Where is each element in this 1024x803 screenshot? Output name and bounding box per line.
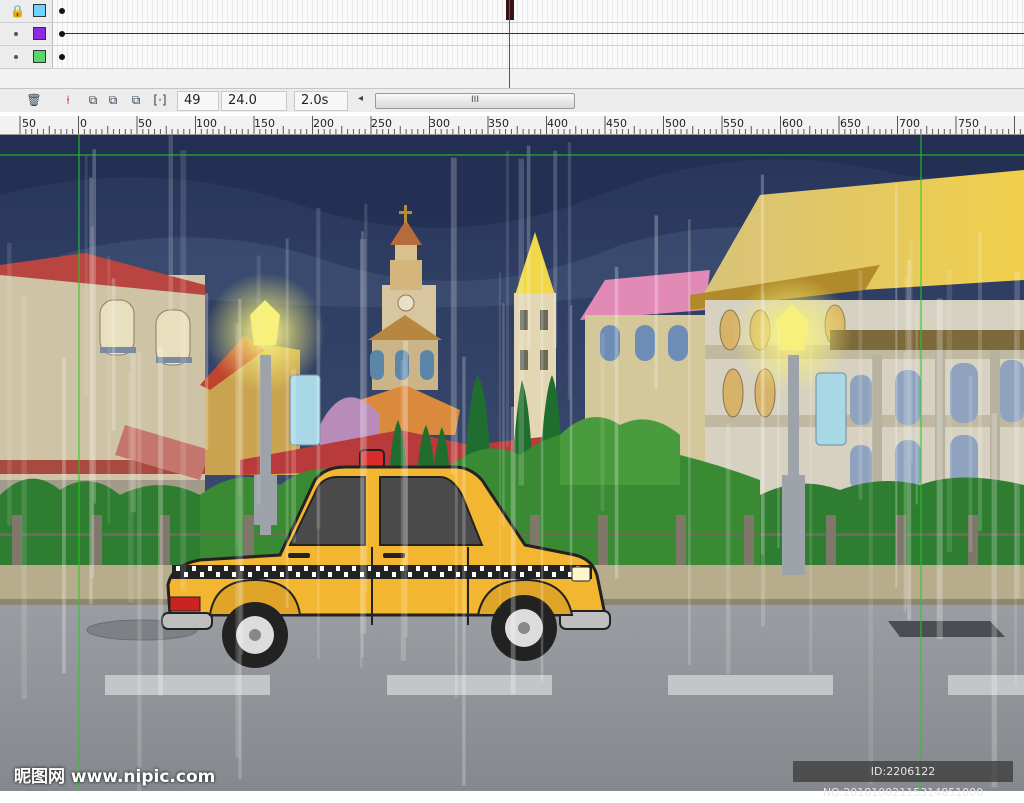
ruler-label: 250 (371, 117, 392, 130)
layer-color-swatch[interactable] (33, 27, 46, 40)
lane-marking (387, 675, 552, 695)
frame-track[interactable] (53, 23, 1024, 45)
ruler-label: 600 (782, 117, 803, 130)
visibility-dot-icon[interactable] (14, 55, 18, 59)
current-frame-field[interactable]: 49 (177, 91, 219, 111)
layer-controls: 🔒 (0, 0, 53, 22)
visibility-dot-icon[interactable] (14, 32, 18, 36)
scroll-left-icon[interactable]: ◂ (358, 93, 363, 104)
ruler-ticks (19, 116, 1021, 134)
elapsed-time-field[interactable]: 2.0s (294, 91, 348, 111)
ruler-label: 500 (665, 117, 686, 130)
lane-marking (105, 675, 270, 695)
edit-multiple-frames-icon[interactable]: ⧉ (128, 93, 144, 108)
layer-row-2[interactable] (0, 23, 1024, 46)
stage-canvas[interactable] (0, 135, 1024, 791)
frame-track[interactable] (53, 0, 1024, 22)
ruler-label: 100 (196, 117, 217, 130)
keyframe-icon[interactable] (59, 31, 65, 37)
layer-row-3[interactable] (0, 46, 1024, 69)
frame-rate-field[interactable]: 24.0 fps (221, 91, 287, 126)
lane-marking (948, 675, 1024, 695)
onion-skin-outline-icon[interactable]: ⧉ (105, 93, 121, 108)
ruler-label: 150 (254, 117, 275, 130)
ruler-label: 700 (899, 117, 920, 130)
ruler-label: 550 (723, 117, 744, 130)
ruler-label: 750 (958, 117, 979, 130)
modify-markers-icon[interactable]: [·] (152, 93, 168, 108)
timeline-toolbar: 🗑 ⍿ ⧉ ⧉ ⧉ [·] 49 24.0 fps 2.0s ◂ III (0, 88, 1024, 126)
ruler-label: 650 (840, 117, 861, 130)
timeline-panel: 🔒 (0, 0, 1024, 91)
ruler-label: 350 (488, 117, 509, 130)
onion-skin-icon[interactable]: ⧉ (85, 93, 101, 108)
trash-icon[interactable]: 🗑 (26, 93, 42, 108)
playhead-handle[interactable] (506, 0, 514, 20)
ruler-label: 450 (606, 117, 627, 130)
ruler-label: 50 (138, 117, 152, 130)
scene-illustration (0, 135, 1024, 791)
playhead-line (509, 0, 510, 90)
ruler-label: 400 (547, 117, 568, 130)
scroll-thumb[interactable]: III (375, 93, 575, 109)
horizontal-ruler[interactable]: 50 0 50 100 150 200 250 300 350 400 450 … (0, 116, 1024, 135)
keyframe-icon[interactable] (59, 8, 65, 14)
ruler-label: 200 (313, 117, 334, 130)
ruler-label: 300 (429, 117, 450, 130)
keyframe-icon[interactable] (59, 54, 65, 60)
ruler-label: 0 (80, 117, 87, 130)
timeline-scrollbar[interactable]: ◂ III (355, 93, 575, 109)
layer-controls (0, 23, 53, 45)
layer-color-swatch[interactable] (33, 4, 46, 17)
ruler-label: 50 (22, 117, 36, 130)
frame-track[interactable] (53, 46, 1024, 68)
layer-controls (0, 46, 53, 68)
center-frame-icon[interactable]: ⍿ (60, 93, 76, 108)
watermark-id: ID:2206122 NO:20181002115314851000 (793, 761, 1013, 799)
lane-marking (668, 675, 833, 695)
motion-tween-line (61, 33, 1024, 34)
layer-color-swatch[interactable] (33, 50, 46, 63)
lock-icon[interactable]: 🔒 (10, 4, 25, 18)
watermark-logo: 昵图网 www.nipic.com (14, 767, 216, 787)
drain-grate (888, 621, 1005, 637)
